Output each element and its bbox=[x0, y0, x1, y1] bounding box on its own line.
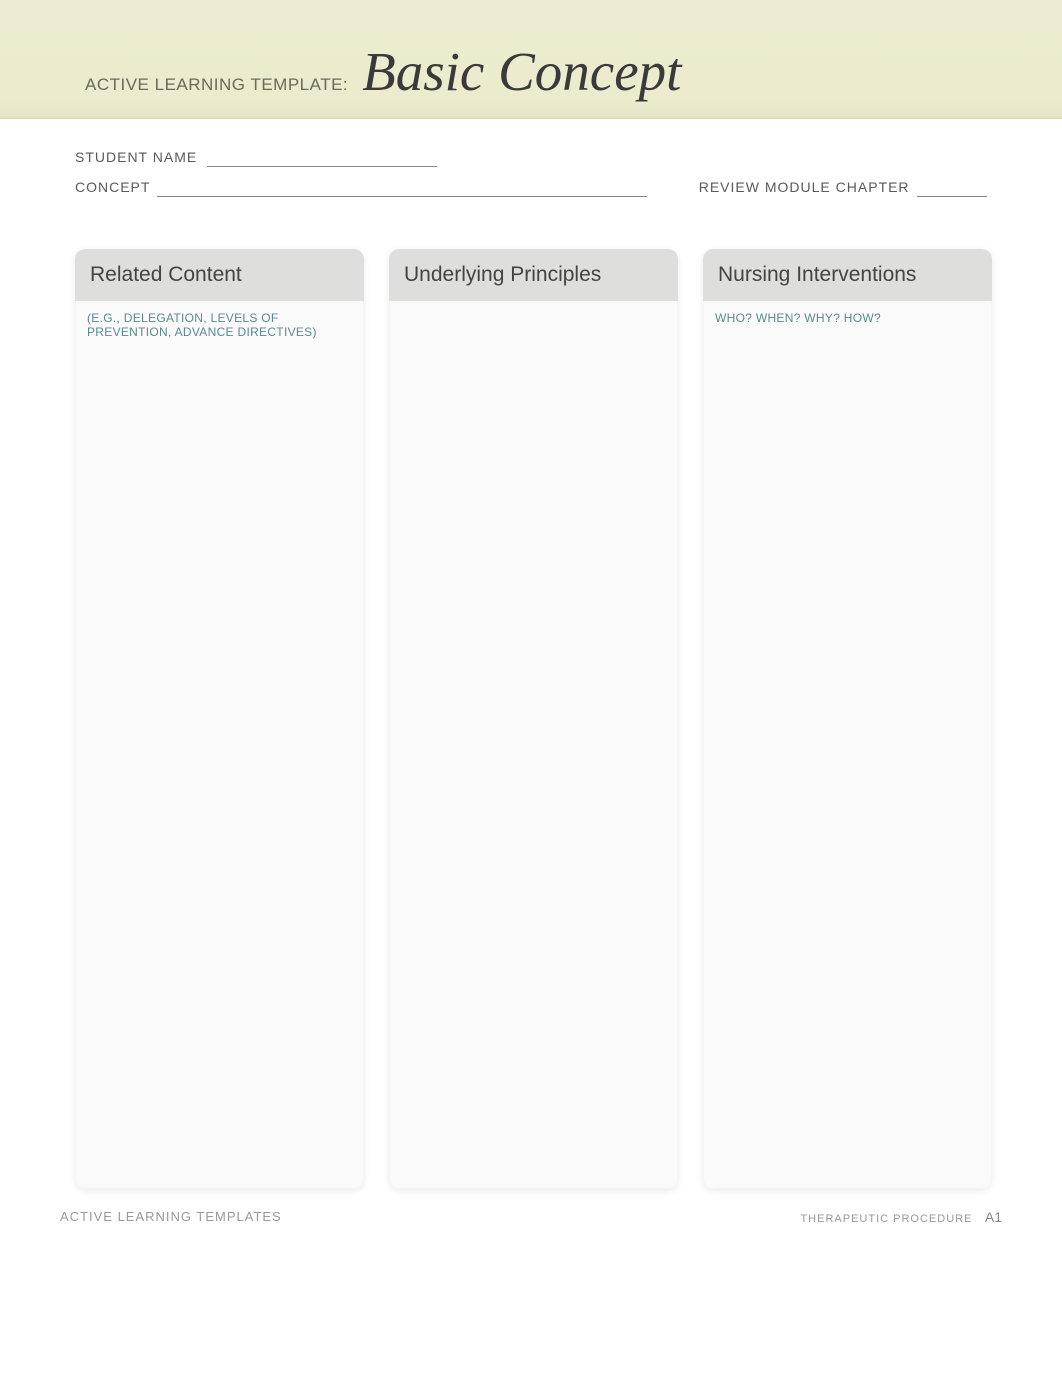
nursing-interventions-title: Nursing Interventions bbox=[718, 263, 977, 287]
underlying-principles-column: Underlying Principles bbox=[389, 249, 678, 1189]
related-content-subtitle: (E.G., DELEGATION, LEVELS OF PREVENTION,… bbox=[75, 301, 364, 340]
footer-left-text: ACTIVE LEARNING TEMPLATES bbox=[60, 1209, 282, 1227]
template-title: Basic Concept bbox=[362, 40, 681, 103]
student-name-label: STUDENT NAME bbox=[75, 149, 197, 165]
nursing-interventions-column: Nursing Interventions WHO? WHEN? WHY? HO… bbox=[703, 249, 992, 1189]
info-fields: STUDENT NAME CONCEPT REVIEW MODULE CHAPT… bbox=[75, 149, 987, 209]
student-name-field[interactable] bbox=[207, 149, 437, 167]
page-footer: ACTIVE LEARNING TEMPLATES THERAPEUTIC PR… bbox=[0, 1209, 1062, 1227]
underlying-principles-title: Underlying Principles bbox=[404, 263, 663, 287]
review-module-label: REVIEW MODULE CHAPTER bbox=[699, 179, 910, 195]
column-header: Nursing Interventions bbox=[703, 249, 992, 301]
related-content-body[interactable] bbox=[75, 340, 364, 370]
review-module-field[interactable] bbox=[917, 179, 987, 197]
column-header: Underlying Principles bbox=[389, 249, 678, 301]
column-header: Related Content bbox=[75, 249, 364, 301]
concept-field[interactable] bbox=[157, 179, 647, 197]
footer-code: A1 bbox=[985, 1209, 1002, 1225]
related-content-column: Related Content (E.G., DELEGATION, LEVEL… bbox=[75, 249, 364, 1189]
related-content-title: Related Content bbox=[90, 263, 349, 287]
nursing-interventions-subtitle: WHO? WHEN? WHY? HOW? bbox=[703, 301, 992, 325]
document-page: ACTIVE LEARNING TEMPLATE: Basic Concept … bbox=[0, 0, 1062, 1377]
footer-right-text: THERAPEUTIC PROCEDURE bbox=[800, 1213, 972, 1225]
header-banner: ACTIVE LEARNING TEMPLATE: Basic Concept bbox=[0, 0, 1062, 119]
nursing-interventions-body[interactable] bbox=[703, 325, 992, 355]
three-column-layout: Related Content (E.G., DELEGATION, LEVEL… bbox=[0, 209, 1062, 1189]
underlying-principles-body[interactable] bbox=[389, 301, 678, 331]
concept-label: CONCEPT bbox=[75, 179, 150, 195]
template-label: ACTIVE LEARNING TEMPLATE: bbox=[85, 75, 348, 95]
